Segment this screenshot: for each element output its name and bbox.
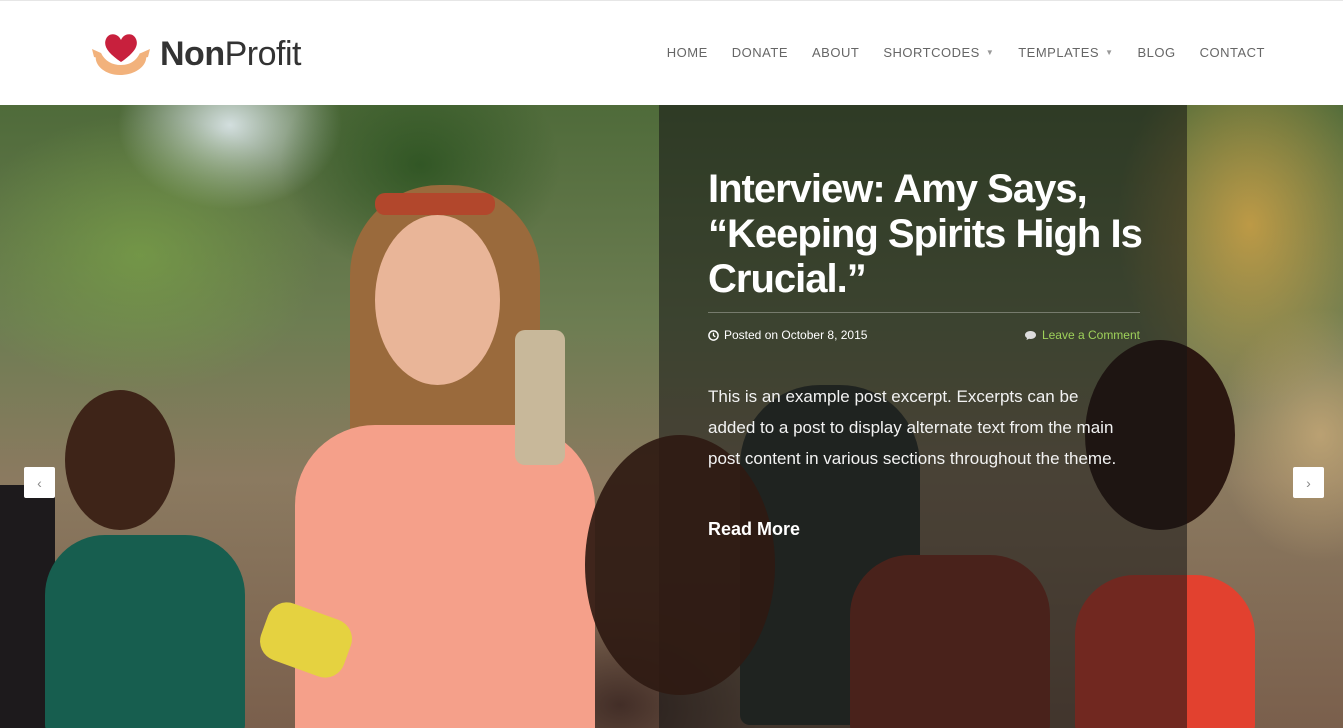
post-meta: Posted on October 8, 2015 Leave a Commen… [708,328,1140,342]
hero-slider: Interview: Amy Says, “Keeping Spirits Hi… [0,105,1343,728]
chevron-down-icon: ▼ [1105,48,1114,57]
background-photo-figure [375,215,500,385]
nav-label: SHORTCODES [883,45,980,60]
leave-comment-link[interactable]: Leave a Comment [1024,328,1140,342]
post-excerpt: This is an example post excerpt. Excerpt… [708,387,1117,468]
nav-item-about[interactable]: ABOUT [812,45,859,60]
logo-text-regular: Profit [224,35,302,73]
nav-item-donate[interactable]: DONATE [732,45,788,60]
background-photo-figure [375,193,495,215]
site-logo-text: NonProfit [160,37,301,71]
post-date-text: Posted on October 8, 2015 [724,328,868,342]
caption-divider [708,312,1140,313]
nav-label: BLOG [1137,45,1176,60]
site-logo[interactable]: NonProfit [90,29,301,79]
site-header: NonProfit HOME DONATE ABOUT SHORTCODES ▼ … [0,0,1343,105]
nav-label: DONATE [731,45,789,60]
nav-label: TEMPLATES [1018,45,1100,60]
main-nav: HOME DONATE ABOUT SHORTCODES ▼ TEMPLATES ▼… [643,45,1265,60]
background-photo-figure [295,425,595,728]
nav-label: HOME [666,45,708,60]
background-photo-figure [45,535,245,728]
slide-post-title[interactable]: Interview: Amy Says, “Keeping Spirits Hi… [708,167,1148,302]
background-photo-figure [585,435,775,695]
logo-text-bold: Non [160,35,225,73]
post-date: Posted on October 8, 2015 [708,328,867,342]
nav-item-home[interactable]: HOME [667,45,708,60]
nav-label: CONTACT [1199,45,1265,60]
background-photo-figure [515,330,565,465]
read-more-link[interactable]: Read More [708,519,800,540]
leave-comment-text: Leave a Comment [1041,328,1140,342]
slider-prev-button[interactable]: ‹ [24,467,55,498]
clock-icon [708,329,719,341]
nav-label: ABOUT [812,45,860,60]
heart-hands-icon [92,34,150,75]
slide-title-bold: Interview: [708,167,886,211]
chevron-down-icon: ▼ [985,48,995,57]
nav-item-templates[interactable]: TEMPLATES ▼ [1018,45,1113,60]
slider-next-button[interactable]: › [1293,467,1324,498]
chevron-right-icon: › [1306,474,1311,491]
chevron-left-icon: ‹ [37,474,42,491]
nav-item-contact[interactable]: CONTACT [1200,45,1265,60]
comment-icon [1024,330,1036,340]
nav-item-shortcodes[interactable]: SHORTCODES ▼ [883,45,994,60]
background-photo-figure [65,390,175,530]
nav-item-blog[interactable]: BLOG [1138,45,1176,60]
